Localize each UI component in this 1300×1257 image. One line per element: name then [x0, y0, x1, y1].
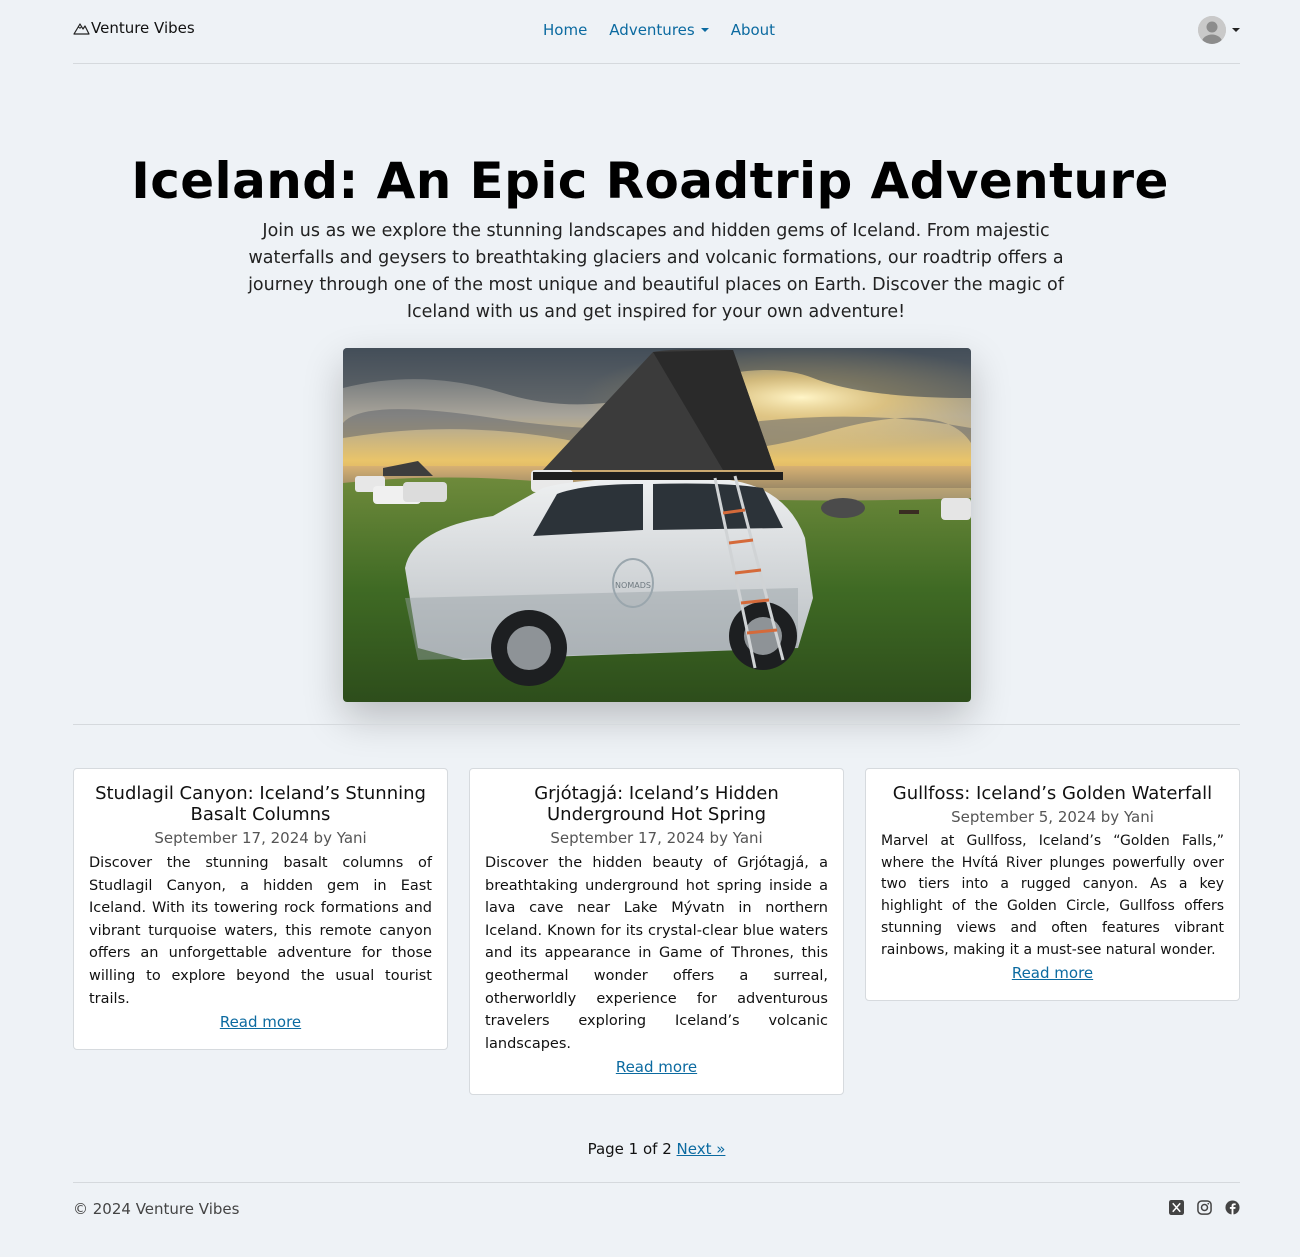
copyright-text: © 2024 Venture Vibes — [73, 1200, 240, 1218]
site-footer: © 2024 Venture Vibes — [73, 1182, 1240, 1242]
next-page-link[interactable]: Next » — [677, 1140, 726, 1158]
section-divider — [73, 724, 1240, 725]
car-door-logo-text: NOMADS — [615, 581, 651, 590]
user-menu-toggle[interactable] — [1198, 16, 1240, 44]
hero-intro-text: Join us as we explore the stunning lands… — [248, 221, 1064, 322]
x-icon[interactable] — [1169, 1200, 1184, 1215]
post-meta: September 17, 2024 by Yani — [550, 829, 763, 847]
site-header: Venture Vibes Home Adventures About — [73, 0, 1240, 64]
post-card: Gullfoss: Iceland’s Golden Waterfall Sep… — [865, 768, 1240, 1002]
post-card: Studlagil Canyon: Iceland’s Stunning Bas… — [73, 768, 448, 1051]
brand-link[interactable]: Venture Vibes — [73, 19, 195, 37]
instagram-icon[interactable] — [1197, 1200, 1212, 1215]
nav-adventures-label: Adventures — [609, 21, 695, 39]
page-title: Iceland: An Epic Roadtrip Adventure — [131, 152, 1169, 210]
post-excerpt: Discover the stunning basalt columns of … — [89, 855, 432, 1007]
nav-about-link[interactable]: About — [731, 21, 775, 39]
post-title: Grjótagjá: Iceland’s Hidden Underground … — [534, 783, 779, 825]
post-card: Grjótagjá: Iceland’s Hidden Underground … — [469, 768, 844, 1096]
avatar — [1198, 16, 1226, 44]
post-meta: September 5, 2024 by Yani — [951, 808, 1154, 826]
post-title: Gullfoss: Iceland’s Golden Waterfall — [892, 783, 1213, 804]
chevron-down-icon — [1232, 28, 1240, 32]
nav-home-link[interactable]: Home — [543, 21, 587, 39]
post-excerpt: Discover the hidden beauty of Grjótagjá,… — [485, 855, 828, 1052]
hero-image-car-rooftop-tent: NOMADS — [343, 348, 971, 702]
page-status: Page 1 of 2 — [587, 1140, 672, 1158]
post-excerpt: Marvel at Gullfoss, Iceland’s “Golden Fa… — [881, 833, 1224, 958]
read-more-link[interactable]: Read more — [616, 1056, 697, 1078]
read-more-link[interactable]: Read more — [220, 1011, 301, 1033]
social-links — [1169, 1200, 1240, 1215]
facebook-icon[interactable] — [1225, 1200, 1240, 1215]
nav-adventures-dropdown[interactable]: Adventures — [609, 21, 709, 39]
post-title: Studlagil Canyon: Iceland’s Stunning Bas… — [95, 783, 426, 825]
brand-name: Venture Vibes — [91, 19, 195, 37]
read-more-link[interactable]: Read more — [1012, 962, 1093, 984]
mountain-logo-icon — [73, 21, 90, 35]
post-meta: September 17, 2024 by Yani — [154, 829, 367, 847]
main-nav: Home Adventures About — [543, 21, 775, 39]
chevron-down-icon — [700, 28, 709, 32]
pagination: Page 1 of 2 Next » — [0, 1140, 1300, 1158]
